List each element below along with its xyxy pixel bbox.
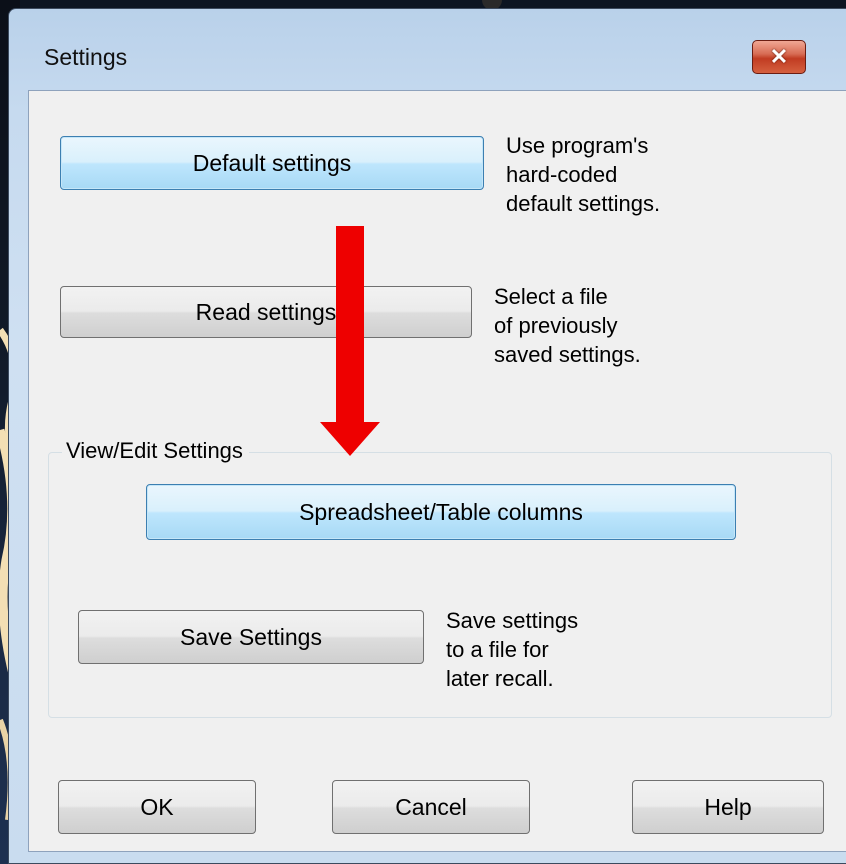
default-settings-button-label: Default settings (192, 149, 352, 176)
spreadsheet-button-label: Spreadsheet/Table columns (299, 498, 583, 525)
default-settings-button[interactable]: Default settings (60, 136, 484, 190)
description-line: Select a file (494, 284, 608, 309)
description-line: to a file for (446, 637, 549, 662)
description-line: saved settings. (494, 342, 641, 367)
ok-button[interactable]: OK (58, 780, 256, 834)
cancel-button[interactable]: Cancel (332, 780, 530, 834)
default-settings-description: Use program's hard-coded default setting… (506, 131, 660, 218)
help-button[interactable]: Help (632, 780, 824, 834)
help-button-label: Help (704, 793, 752, 820)
description-line: Save settings (446, 608, 579, 633)
read-settings-description: Select a file of previously saved settin… (494, 282, 641, 369)
description-line: hard-coded (506, 162, 618, 187)
dialog-title: Settings (44, 44, 128, 70)
save-settings-button-label: Save Settings (180, 623, 322, 650)
read-settings-button-label: Read settings (195, 298, 337, 325)
annotation-arrow-down-icon (320, 226, 380, 456)
save-settings-description: Save settings to a file for later recall… (446, 606, 578, 693)
read-settings-button[interactable]: Read settings (60, 286, 472, 338)
description-line: of previously (494, 313, 618, 338)
close-icon: ✕ (769, 44, 789, 69)
spreadsheet-table-columns-button[interactable]: Spreadsheet/Table columns (146, 484, 736, 540)
description-line: Use program's (506, 133, 649, 158)
save-settings-button[interactable]: Save Settings (78, 610, 424, 664)
cancel-button-label: Cancel (395, 793, 467, 820)
view-edit-group-label: View/Edit Settings (62, 438, 249, 464)
ok-button-label: OK (140, 793, 174, 820)
description-line: default settings. (506, 191, 661, 216)
description-line: later recall. (446, 666, 554, 691)
close-button[interactable]: ✕ (752, 40, 806, 74)
